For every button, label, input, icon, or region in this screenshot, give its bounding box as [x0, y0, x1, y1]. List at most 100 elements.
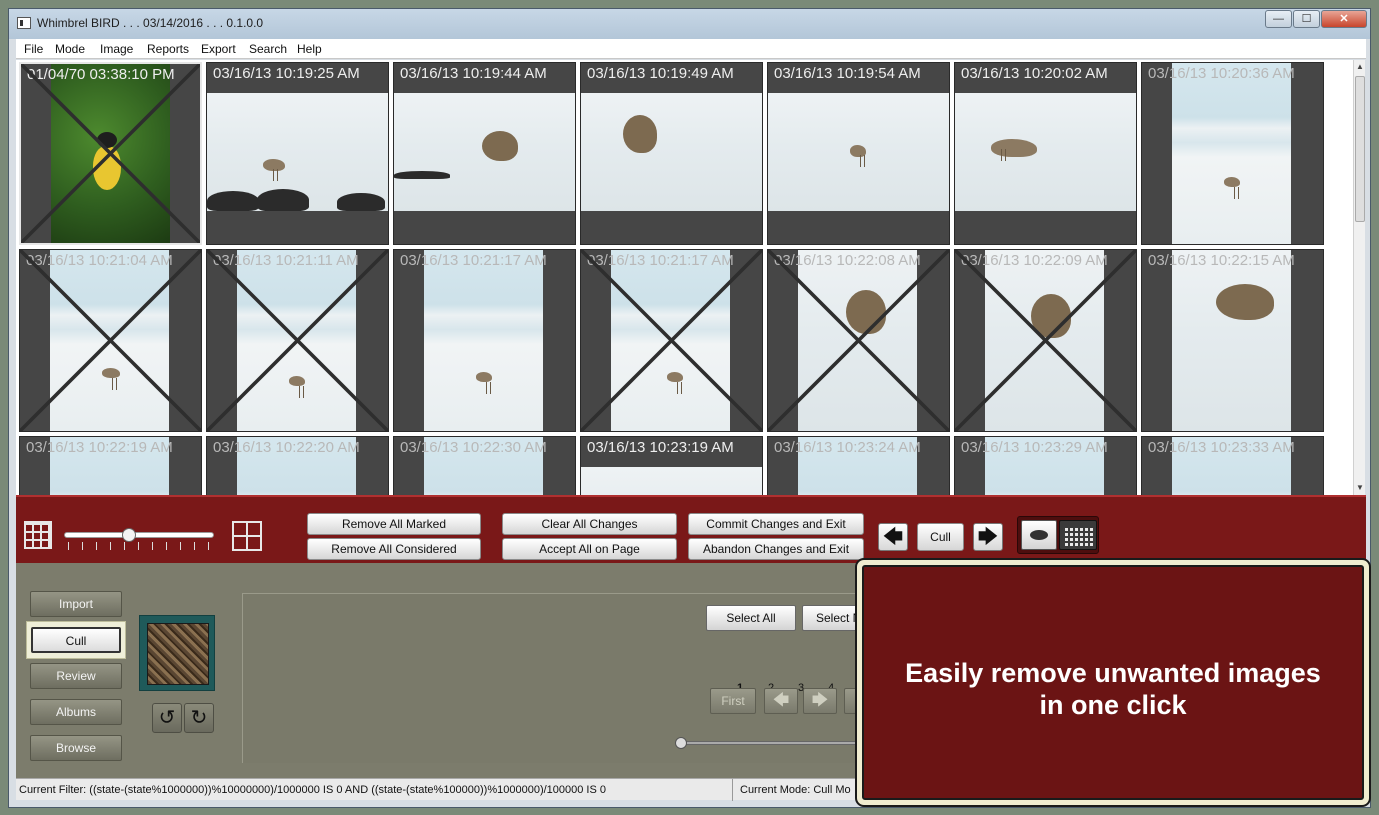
- slider-ticks: [68, 542, 210, 550]
- thumbnail-tile[interactable]: 03/16/13 10:20:36 AM: [1141, 62, 1324, 245]
- thumbnail-timestamp: 03/16/13 10:23:33 AM: [1148, 439, 1295, 456]
- thumbnail-timestamp: 03/16/13 10:22:15 AM: [1148, 252, 1295, 269]
- mode-label-button[interactable]: Cull: [917, 523, 964, 551]
- thumbnail-tile[interactable]: 03/16/13 10:22:08 AM: [767, 249, 950, 432]
- abandon-changes-and-exit-button[interactable]: Abandon Changes and Exit: [688, 538, 864, 560]
- thumbnail-tile[interactable]: 03/16/13 10:23:33 AM: [1141, 436, 1324, 495]
- thumbnail-image: [955, 93, 1136, 211]
- selected-image-preview: [139, 615, 215, 691]
- cull-mark-icon: [20, 250, 201, 431]
- thumbnail-tile[interactable]: 03/16/13 10:22:20 AM: [206, 436, 389, 495]
- thumbnail-tile[interactable]: 03/16/13 10:22:30 AM: [393, 436, 576, 495]
- accept-all-on-page-button[interactable]: Accept All on Page: [502, 538, 677, 560]
- thumbnail-tile[interactable]: 03/16/13 10:19:25 AM: [206, 62, 389, 245]
- scroll-up-icon[interactable]: ▲: [1354, 60, 1366, 74]
- thumbnail-timestamp: 03/16/13 10:20:02 AM: [961, 65, 1108, 82]
- thumbnail-tile[interactable]: 03/16/13 10:22:09 AM: [954, 249, 1137, 432]
- thumbnail-image: [581, 467, 762, 495]
- nav-cull-button[interactable]: Cull: [31, 627, 121, 653]
- large-thumbnails-icon[interactable]: [232, 521, 262, 551]
- thumbnail-tile[interactable]: 03/16/13 10:20:02 AM: [954, 62, 1137, 245]
- status-filter: Current Filter: ((state-(state%1000000))…: [19, 784, 607, 796]
- rotate-right-icon[interactable]: ↻: [184, 703, 214, 733]
- select-all-button[interactable]: Select All: [706, 605, 796, 631]
- remove-all-considered-button[interactable]: Remove All Considered: [307, 538, 481, 560]
- next-page-icon[interactable]: 🡆: [803, 688, 837, 714]
- thumbnail-tile[interactable]: 03/16/13 10:22:15 AM: [1141, 249, 1324, 432]
- thumbnail-timestamp: 03/16/13 10:21:17 AM: [400, 252, 547, 269]
- thumbnail-grid: 01/04/70 03:38:10 PM 03/16/13 10:19:25 A…: [16, 60, 1353, 495]
- thumbnail-image: [394, 93, 575, 211]
- thumbnail-timestamp: 03/16/13 10:23:29 AM: [961, 439, 1108, 456]
- menu-help[interactable]: Help: [297, 42, 322, 56]
- menu-export[interactable]: Export: [201, 42, 236, 56]
- app-icon: [17, 17, 31, 29]
- scroll-thumb[interactable]: [1355, 76, 1365, 222]
- thumbnail-tile[interactable]: 01/04/70 03:38:10 PM: [19, 62, 202, 245]
- cull-mark-icon: [581, 250, 762, 431]
- commit-changes-and-exit-button[interactable]: Commit Changes and Exit: [688, 513, 864, 535]
- thumbnail-tile[interactable]: 03/16/13 10:21:11 AM: [206, 249, 389, 432]
- first-page-button[interactable]: First: [710, 688, 756, 714]
- prev-page-icon[interactable]: 🡄: [764, 688, 798, 714]
- grid-view-icon[interactable]: [1059, 520, 1097, 550]
- thumbnail-timestamp: 03/16/13 10:22:30 AM: [400, 439, 547, 456]
- thumbnail-size-slider[interactable]: [64, 532, 214, 538]
- browse-slider[interactable]: [675, 737, 880, 749]
- thumbnail-timestamp: 03/16/13 10:23:24 AM: [774, 439, 921, 456]
- thumbnail-tile[interactable]: 03/16/13 10:23:24 AM: [767, 436, 950, 495]
- browse-slider-thumb[interactable]: [675, 737, 687, 749]
- thumbnail-tile[interactable]: 03/16/13 10:19:49 AM: [580, 62, 763, 245]
- callout-panel: Easily remove unwanted images in one cli…: [862, 565, 1364, 800]
- title-bar: Whimbrel BIRD . . . 03/14/2016 . . . 0.1…: [9, 9, 1370, 39]
- nav-review-button[interactable]: Review: [30, 663, 122, 689]
- thumbnail-timestamp: 03/16/13 10:19:54 AM: [774, 65, 921, 82]
- thumbnail-tile[interactable]: 03/16/13 10:23:19 AM: [580, 436, 763, 495]
- next-arrow-icon[interactable]: 🡆: [973, 523, 1003, 551]
- menu-reports[interactable]: Reports: [147, 42, 189, 56]
- menu-mode[interactable]: Mode: [55, 42, 85, 56]
- single-image-view-icon[interactable]: [1021, 520, 1057, 550]
- maximize-button[interactable]: ☐: [1293, 10, 1320, 28]
- remove-all-marked-button[interactable]: Remove All Marked: [307, 513, 481, 535]
- small-thumbnails-icon[interactable]: [24, 521, 52, 549]
- grid-scrollbar[interactable]: ▲ ▼: [1353, 60, 1365, 495]
- thumbnail-tile[interactable]: 03/16/13 10:19:44 AM: [393, 62, 576, 245]
- thumbnail-tile[interactable]: 03/16/13 10:22:19 AM: [19, 436, 202, 495]
- nav-albums-button[interactable]: Albums: [30, 699, 122, 725]
- thumbnail-tile[interactable]: 03/16/13 10:23:29 AM: [954, 436, 1137, 495]
- thumbnail-tile[interactable]: 03/16/13 10:19:54 AM: [767, 62, 950, 245]
- window-title: Whimbrel BIRD . . . 03/14/2016 . . . 0.1…: [37, 16, 264, 30]
- thumbnail-tile[interactable]: 03/16/13 10:21:04 AM: [19, 249, 202, 432]
- thumbnail-image: [768, 93, 949, 211]
- scroll-down-icon[interactable]: ▼: [1354, 481, 1366, 495]
- thumbnail-image: [207, 93, 388, 211]
- thumbnail-timestamp: 03/16/13 10:19:25 AM: [213, 65, 360, 82]
- menu-file[interactable]: File: [24, 42, 43, 56]
- nav-cull-active: Cull: [26, 621, 126, 659]
- close-button[interactable]: ✕: [1321, 10, 1367, 28]
- slider-thumb[interactable]: [121, 528, 136, 542]
- clear-all-changes-button[interactable]: Clear All Changes: [502, 513, 677, 535]
- thumbnail-image: [1172, 63, 1291, 244]
- cull-mark-icon: [955, 250, 1136, 431]
- cull-mark-icon: [768, 250, 949, 431]
- menu-search[interactable]: Search: [249, 42, 287, 56]
- menu-image[interactable]: Image: [100, 42, 133, 56]
- thumbnail-image: [424, 250, 543, 431]
- view-mode-toggle: [1017, 516, 1099, 554]
- cull-toolbar: Remove All Marked Remove All Considered …: [16, 495, 1366, 563]
- previous-arrow-icon[interactable]: 🡄: [878, 523, 908, 551]
- thumbnail-timestamp: 03/16/13 10:19:44 AM: [400, 65, 547, 82]
- thumbnail-tile[interactable]: 03/16/13 10:21:17 AM: [580, 249, 763, 432]
- callout-text: Easily remove unwanted images in one cli…: [905, 658, 1321, 720]
- thumbnail-timestamp: 03/16/13 10:19:49 AM: [587, 65, 734, 82]
- status-mode: Current Mode: Cull Mo: [740, 784, 851, 796]
- nav-import-button[interactable]: Import: [30, 591, 122, 617]
- thumbnail-tile[interactable]: 03/16/13 10:21:17 AM: [393, 249, 576, 432]
- rotate-left-icon[interactable]: ↺: [152, 703, 182, 733]
- thumbnail-image: [1172, 250, 1291, 431]
- minimize-button[interactable]: —: [1265, 10, 1292, 28]
- nav-browse-button[interactable]: Browse: [30, 735, 122, 761]
- thumbnail-timestamp: 03/16/13 10:23:19 AM: [587, 439, 734, 456]
